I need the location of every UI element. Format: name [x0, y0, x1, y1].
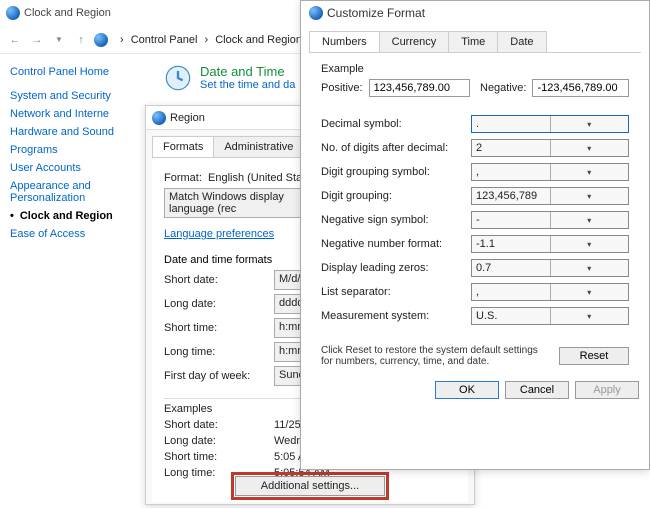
reset-text: Click Reset to restore the system defaul…: [321, 345, 549, 367]
leading-zeros-combo[interactable]: 0.7▾: [471, 259, 629, 277]
sidebar-home[interactable]: Control Panel Home: [10, 66, 140, 78]
chevron-down-icon: ▾: [550, 116, 629, 132]
tab-formats[interactable]: Formats: [152, 136, 214, 157]
cancel-button[interactable]: Cancel: [505, 381, 569, 399]
measurement-combo[interactable]: U.S.▾: [471, 307, 629, 325]
measurement-label: Measurement system:: [321, 310, 471, 322]
tab-time[interactable]: Time: [448, 31, 498, 52]
decimal-symbol-label: Decimal symbol:: [321, 118, 471, 130]
match-language-text: Match Windows display language (rec: [165, 189, 310, 217]
forward-icon[interactable]: →: [28, 31, 46, 49]
negative-format-combo[interactable]: -1.1▾: [471, 235, 629, 253]
ok-button[interactable]: OK: [435, 381, 499, 399]
chevron-down-icon: ▾: [550, 188, 629, 204]
back-icon[interactable]: ←: [6, 31, 24, 49]
tab-date[interactable]: Date: [497, 31, 546, 52]
format-label: Format:: [164, 172, 208, 184]
crumb-0[interactable]: Control Panel: [131, 34, 198, 46]
region-title: Region: [170, 112, 205, 124]
short-date-label: Short date:: [164, 274, 274, 286]
chevron-down-icon: ▾: [550, 284, 629, 300]
positive-label: Positive:: [321, 82, 363, 94]
decimal-symbol-value: .: [472, 116, 550, 132]
sidebar-item-ease[interactable]: Ease of Access: [10, 228, 140, 240]
digit-grouping-value: 123,456,789: [472, 188, 550, 204]
tab-currency[interactable]: Currency: [379, 31, 450, 52]
negative-format-label: Negative number format:: [321, 238, 471, 250]
negative-format-value: -1.1: [472, 236, 550, 252]
chevron-down-icon: ▾: [550, 236, 629, 252]
tab-administrative[interactable]: Administrative: [213, 136, 304, 157]
section-sub[interactable]: Set the time and da: [200, 79, 295, 91]
chevron-down-icon: ▾: [550, 140, 629, 156]
first-day-label: First day of week:: [164, 370, 274, 382]
grouping-symbol-combo[interactable]: ,▾: [471, 163, 629, 181]
digit-grouping-label: Digit grouping:: [321, 190, 471, 202]
chevron-down-icon: ▾: [550, 308, 629, 324]
sidebar-item-network[interactable]: Network and Interne: [10, 108, 140, 120]
negative-sign-combo[interactable]: -▾: [471, 211, 629, 229]
negative-label: Negative:: [480, 82, 526, 94]
digit-grouping-combo[interactable]: 123,456,789▾: [471, 187, 629, 205]
positive-example: [369, 79, 470, 97]
example-label: Example: [321, 63, 629, 75]
crumb-1[interactable]: Clock and Region: [215, 34, 302, 46]
leading-zeros-label: Display leading zeros:: [321, 262, 471, 274]
list-separator-value: ,: [472, 284, 550, 300]
tab-numbers[interactable]: Numbers: [309, 31, 380, 52]
chevron-down-icon: ▾: [550, 164, 629, 180]
ex-long-date-label: Long date:: [164, 435, 274, 447]
additional-settings-button[interactable]: Additional settings...: [235, 476, 385, 496]
sidebar-item-appearance[interactable]: Appearance and Personalization: [10, 180, 140, 204]
digits-after-label: No. of digits after decimal:: [321, 142, 471, 154]
clock-icon: [164, 64, 192, 92]
list-separator-combo[interactable]: ,▾: [471, 283, 629, 301]
cust-titlebar: Customize Format: [301, 1, 649, 25]
digits-after-combo[interactable]: 2▾: [471, 139, 629, 157]
negative-example: [532, 79, 629, 97]
ex-short-time-label: Short time:: [164, 451, 274, 463]
reset-button[interactable]: Reset: [559, 347, 629, 365]
address-globe-icon: [94, 33, 108, 47]
customize-format-dialog: Customize Format Numbers Currency Time D…: [300, 0, 650, 470]
cust-globe-icon: [309, 6, 323, 20]
long-date-label: Long date:: [164, 298, 274, 310]
ex-short-date-label: Short date:: [164, 419, 274, 431]
leading-zeros-value: 0.7: [472, 260, 550, 276]
list-separator-label: List separator:: [321, 286, 471, 298]
apply-button[interactable]: Apply: [575, 381, 639, 399]
history-dropdown-icon[interactable]: ▼: [50, 31, 68, 49]
sidebar-item-programs[interactable]: Programs: [10, 144, 140, 156]
measurement-value: U.S.: [472, 308, 550, 324]
grouping-symbol-value: ,: [472, 164, 550, 180]
short-time-label: Short time:: [164, 322, 274, 334]
section-heading[interactable]: Date and Time: [200, 64, 295, 79]
sidebar: Control Panel Home System and Security N…: [0, 54, 150, 508]
breadcrumb[interactable]: › Control Panel › Clock and Region: [116, 34, 302, 46]
negative-sign-value: -: [472, 212, 550, 228]
language-prefs-link[interactable]: Language preferences: [164, 228, 274, 240]
chevron-down-icon: ▾: [550, 212, 629, 228]
decimal-symbol-combo[interactable]: .▾: [471, 115, 629, 133]
digits-after-value: 2: [472, 140, 550, 156]
sidebar-item-system[interactable]: System and Security: [10, 90, 140, 102]
cp-title: Clock and Region: [24, 7, 111, 19]
grouping-symbol-label: Digit grouping symbol:: [321, 166, 471, 178]
chevron-down-icon: ▾: [550, 260, 629, 276]
region-globe-icon: [152, 111, 166, 125]
negative-sign-label: Negative sign symbol:: [321, 214, 471, 226]
sidebar-item-accounts[interactable]: User Accounts: [10, 162, 140, 174]
cust-title: Customize Format: [327, 6, 425, 20]
sidebar-item-clock[interactable]: Clock and Region: [10, 210, 113, 222]
sidebar-item-hardware[interactable]: Hardware and Sound: [10, 126, 140, 138]
long-time-label: Long time:: [164, 346, 274, 358]
globe-icon: [6, 6, 20, 20]
up-icon[interactable]: ↑: [72, 31, 90, 49]
